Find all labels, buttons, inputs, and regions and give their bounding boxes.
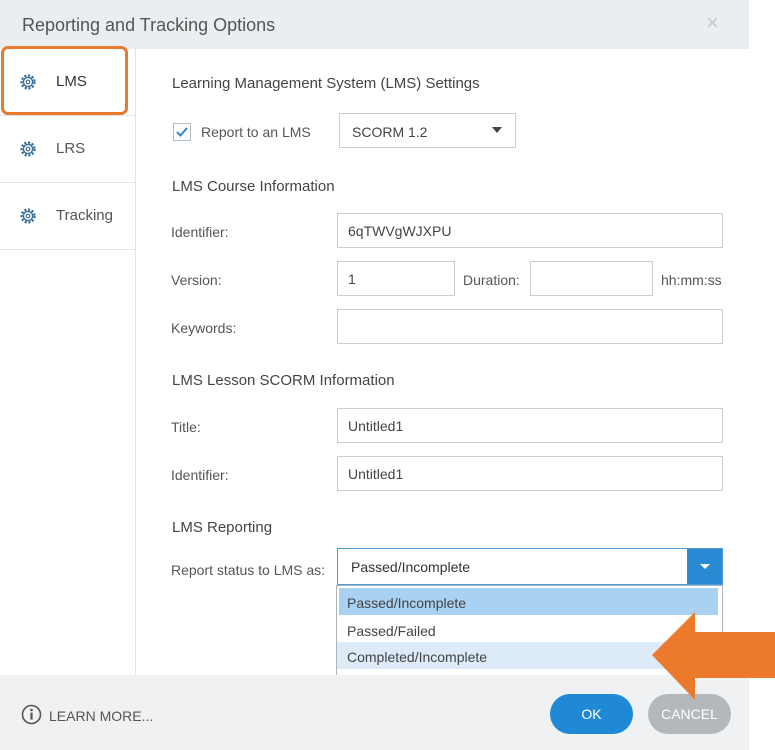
report-to-lms-checkbox[interactable] — [173, 123, 191, 141]
sidebar-item-lrs[interactable]: LRS — [0, 116, 135, 183]
report-to-lms-label: Report to an LMS — [201, 124, 311, 140]
dialog-title: Reporting and Tracking Options — [22, 15, 276, 35]
checkmark-icon — [176, 127, 188, 137]
lesson-title-input[interactable]: Untitled1 — [337, 408, 723, 443]
sidebar-item-tracking[interactable]: Tracking — [0, 183, 135, 250]
duration-label: Duration: — [463, 272, 520, 288]
info-icon — [21, 704, 42, 725]
gear-icon — [20, 141, 36, 157]
lms-standard-value: SCORM 1.2 — [352, 124, 428, 140]
sidebar-item-lms[interactable]: LMS — [0, 49, 135, 116]
sidebar: LMS LRS Tracking — [0, 49, 136, 675]
sidebar-item-label: LRS — [56, 140, 86, 157]
lms-standard-select[interactable]: SCORM 1.2 — [339, 113, 516, 148]
dialog-titlebar: Reporting and Tracking Options × — [0, 0, 749, 49]
lms-settings-heading: Learning Management System (LMS) Setting… — [172, 75, 480, 92]
learn-more-link[interactable]: LEARN MORE... — [49, 708, 153, 724]
reporting-options-dialog: Reporting and Tracking Options × LMS LRS — [0, 0, 749, 750]
lesson-title-label: Title: — [171, 419, 201, 435]
course-info-heading: LMS Course Information — [172, 178, 335, 195]
version-label: Version: — [171, 272, 222, 288]
report-status-value: Passed/Incomplete — [351, 559, 471, 575]
course-identifier-label: Identifier: — [171, 224, 229, 240]
reporting-heading: LMS Reporting — [172, 519, 273, 536]
gear-icon — [20, 74, 36, 90]
close-icon[interactable]: × — [706, 10, 719, 36]
lesson-identifier-label: Identifier: — [171, 467, 229, 483]
gear-icon — [20, 208, 36, 224]
dropdown-toggle-button[interactable] — [687, 549, 722, 584]
chevron-down-icon — [492, 127, 502, 133]
duration-input[interactable] — [530, 261, 653, 296]
version-input[interactable]: 1 — [337, 261, 455, 296]
arrow-pointer-icon — [652, 612, 775, 700]
course-identifier-input[interactable]: 6qTWVgWJXPU — [337, 213, 723, 248]
lesson-info-heading: LMS Lesson SCORM Information — [172, 372, 395, 389]
report-status-select[interactable]: Passed/Incomplete — [337, 548, 723, 585]
chevron-down-icon — [700, 564, 710, 569]
dropdown-option[interactable]: Passed/Incomplete — [339, 588, 718, 615]
keywords-input[interactable] — [337, 309, 723, 344]
sidebar-item-label: Tracking — [56, 207, 113, 224]
sidebar-item-label: LMS — [56, 73, 87, 90]
lesson-identifier-input[interactable]: Untitled1 — [337, 456, 723, 491]
report-status-label: Report status to LMS as: — [171, 562, 326, 578]
duration-unit-label: hh:mm:ss — [661, 272, 722, 288]
keywords-label: Keywords: — [171, 320, 237, 336]
ok-button[interactable]: OK — [550, 694, 633, 734]
